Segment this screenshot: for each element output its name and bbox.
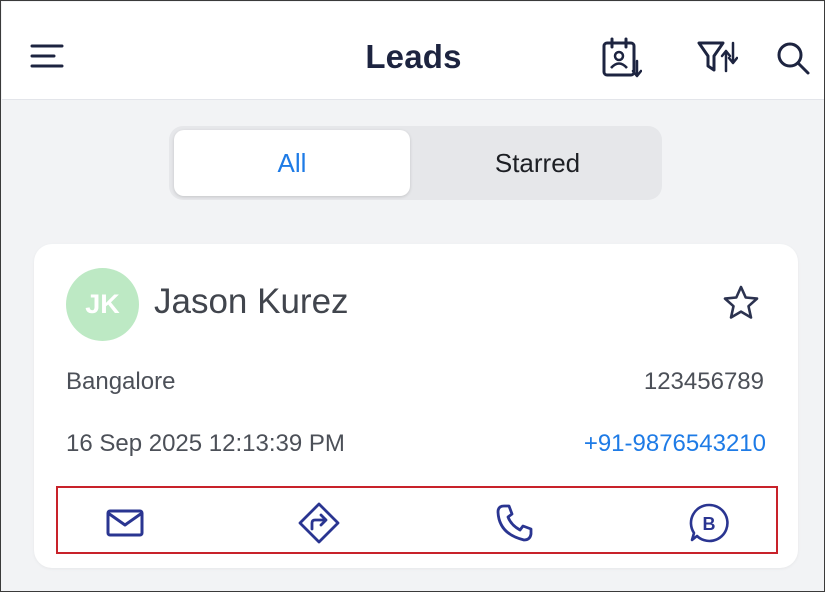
lead-id: 123456789 xyxy=(643,368,764,395)
top-app-bar: Leads xyxy=(2,2,824,100)
lead-datetime: 16 Sep 2025 12:13:39 PM xyxy=(66,430,345,457)
tab-all[interactable]: All xyxy=(174,130,410,196)
segmented-tabs: All Starred xyxy=(169,126,662,200)
mail-icon[interactable] xyxy=(104,502,146,544)
directions-icon[interactable] xyxy=(298,502,340,544)
tab-starred[interactable]: Starred xyxy=(419,130,656,196)
business-chat-icon[interactable]: B xyxy=(688,502,730,544)
lead-city: Bangalore xyxy=(66,368,176,395)
search-icon[interactable] xyxy=(775,40,811,76)
filter-sort-icon[interactable] xyxy=(696,40,738,76)
calendar-contact-download-icon[interactable] xyxy=(600,37,642,79)
star-icon[interactable] xyxy=(722,284,760,322)
lead-card[interactable]: JK Jason Kurez Bangalore 123456789 16 Se… xyxy=(34,244,798,568)
avatar: JK xyxy=(66,268,139,341)
phone-icon[interactable] xyxy=(494,502,536,544)
quick-actions-bar: B xyxy=(56,486,778,554)
lead-name: Jason Kurez xyxy=(154,282,349,321)
app-screen: Leads All Starred JK Jason Kurez Bangalo… xyxy=(0,0,825,592)
lead-phone-link[interactable]: +91-9876543210 xyxy=(584,430,766,458)
svg-text:B: B xyxy=(703,514,716,534)
